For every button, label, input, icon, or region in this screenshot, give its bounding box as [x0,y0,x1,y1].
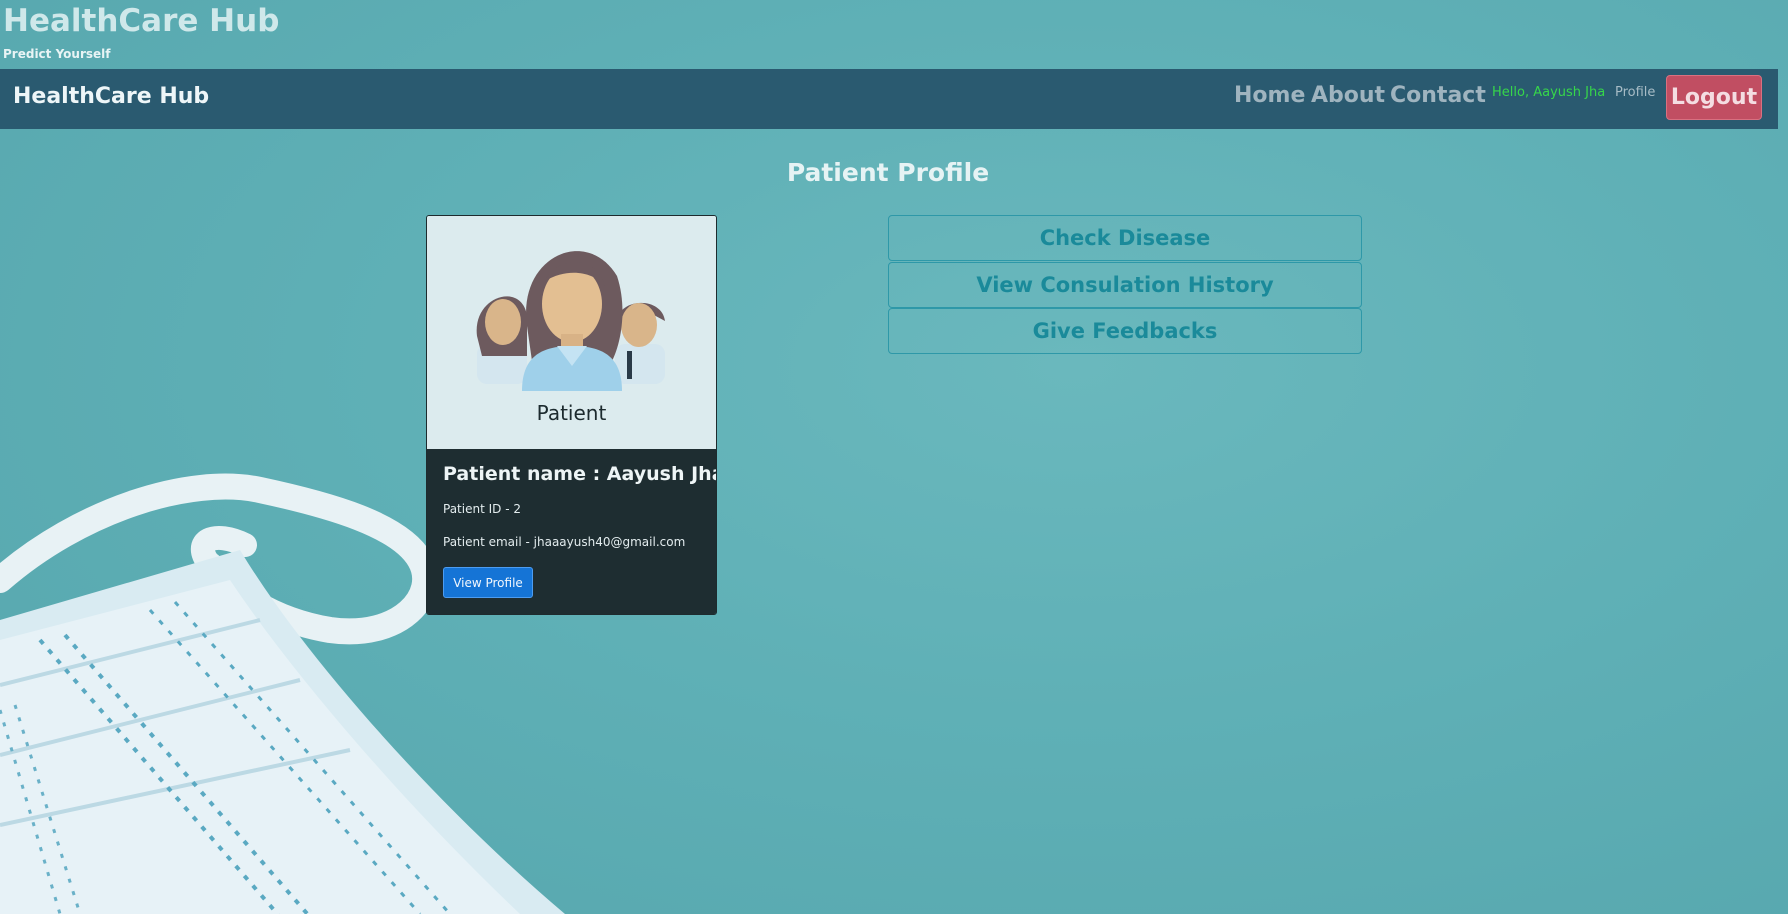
patients-group-icon [476,251,665,391]
logout-button[interactable]: Logout [1666,75,1762,120]
site-header: HealthCare Hub Predict Yourself [0,0,1788,68]
nav-brand[interactable]: HealthCare Hub [13,84,209,109]
page-title: Patient Profile [786,158,990,187]
user-greeting: Hello, Aayush Jha [1492,85,1606,100]
give-feedback-button[interactable]: Give Feedbacks [888,308,1362,354]
view-profile-button[interactable]: View Profile [443,567,533,598]
card-image: Patient [427,216,716,449]
navbar: HealthCare Hub Home About Contact Hello,… [0,69,1778,129]
nav-link-home[interactable]: Home [1234,83,1305,108]
nav-link-contact[interactable]: Contact [1390,83,1486,108]
card-body: Patient name : Aayush Jha Patient ID - 2… [427,449,717,614]
patient-id: Patient ID - 2 [443,502,521,516]
site-tagline: Predict Yourself [3,47,111,61]
patient-email: Patient email - jhaaayush40@gmail.com [443,535,686,549]
consultation-history-button[interactable]: View Consulation History [888,262,1362,308]
card-image-label: Patient [536,401,607,425]
check-disease-button[interactable]: Check Disease [888,215,1362,261]
nav-link-about[interactable]: About [1311,83,1385,108]
site-title: HealthCare Hub [3,3,280,39]
patient-name: Patient name : Aayush Jha [443,463,717,485]
nav-link-profile[interactable]: Profile [1615,85,1655,100]
patient-card: Patient Patient name : Aayush Jha Patien… [426,215,717,615]
